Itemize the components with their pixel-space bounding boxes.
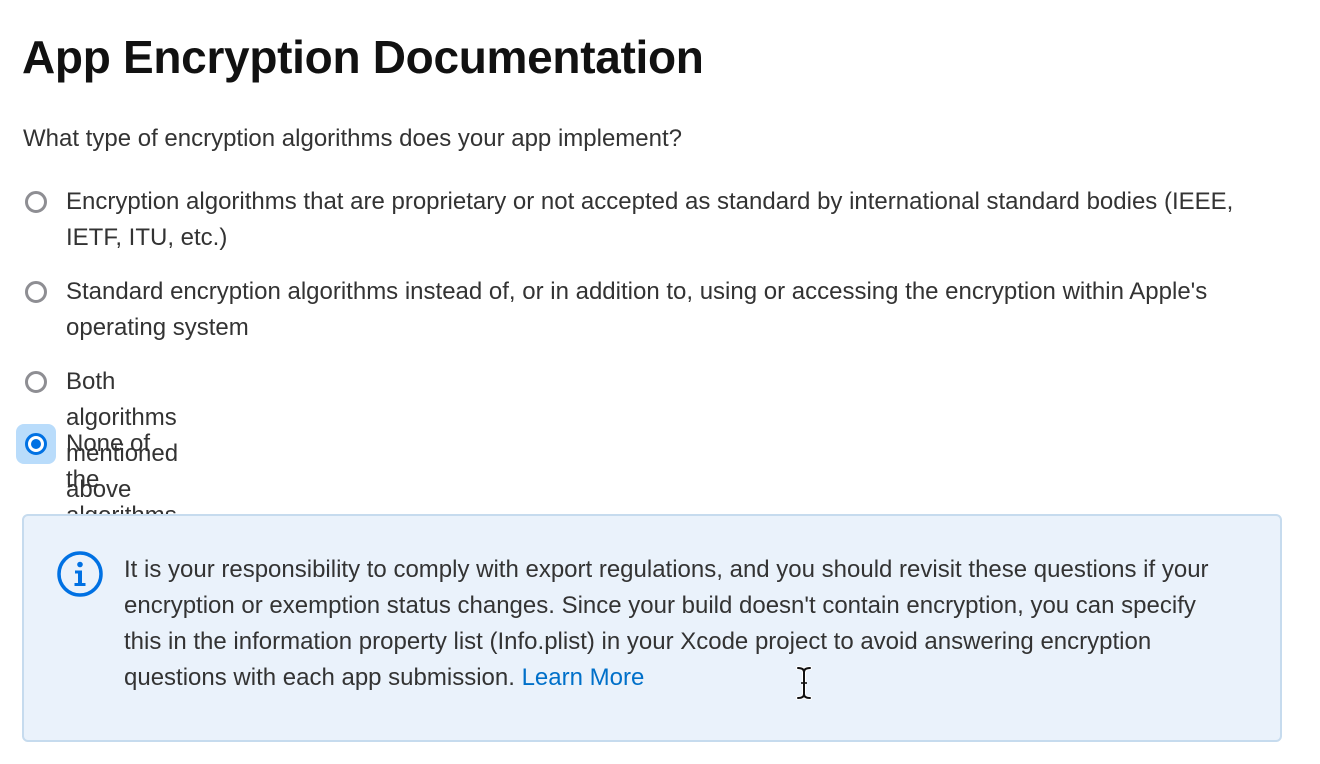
option-label: Standard encryption algorithms instead o… — [66, 278, 1208, 341]
option-standard-algorithms[interactable]: Standard encryption algorithms instead o… — [20, 274, 1296, 346]
info-message: It is your responsibility to comply with… — [124, 552, 1234, 696]
radio-button[interactable] — [20, 366, 52, 398]
info-circle-icon — [57, 551, 103, 597]
export-compliance-info-box: It is your responsibility to comply with… — [22, 514, 1282, 742]
radio-button[interactable] — [20, 276, 52, 308]
learn-more-link[interactable]: Learn More — [522, 664, 645, 691]
encryption-question: What type of encryption algorithms does … — [23, 125, 683, 152]
option-proprietary-algorithms[interactable]: Encryption algorithms that are proprieta… — [20, 184, 1246, 256]
page-title: App Encryption Documentation — [22, 31, 704, 83]
radio-button[interactable] — [20, 186, 52, 218]
option-label: Encryption algorithms that are proprieta… — [66, 188, 1234, 251]
info-message-text: It is your responsibility to comply with… — [124, 556, 1209, 691]
radio-selected-icon — [25, 433, 47, 455]
radio-circle-icon — [25, 371, 47, 393]
radio-button-selected[interactable] — [16, 424, 56, 464]
radio-circle-icon — [25, 281, 47, 303]
radio-circle-icon — [25, 191, 47, 213]
